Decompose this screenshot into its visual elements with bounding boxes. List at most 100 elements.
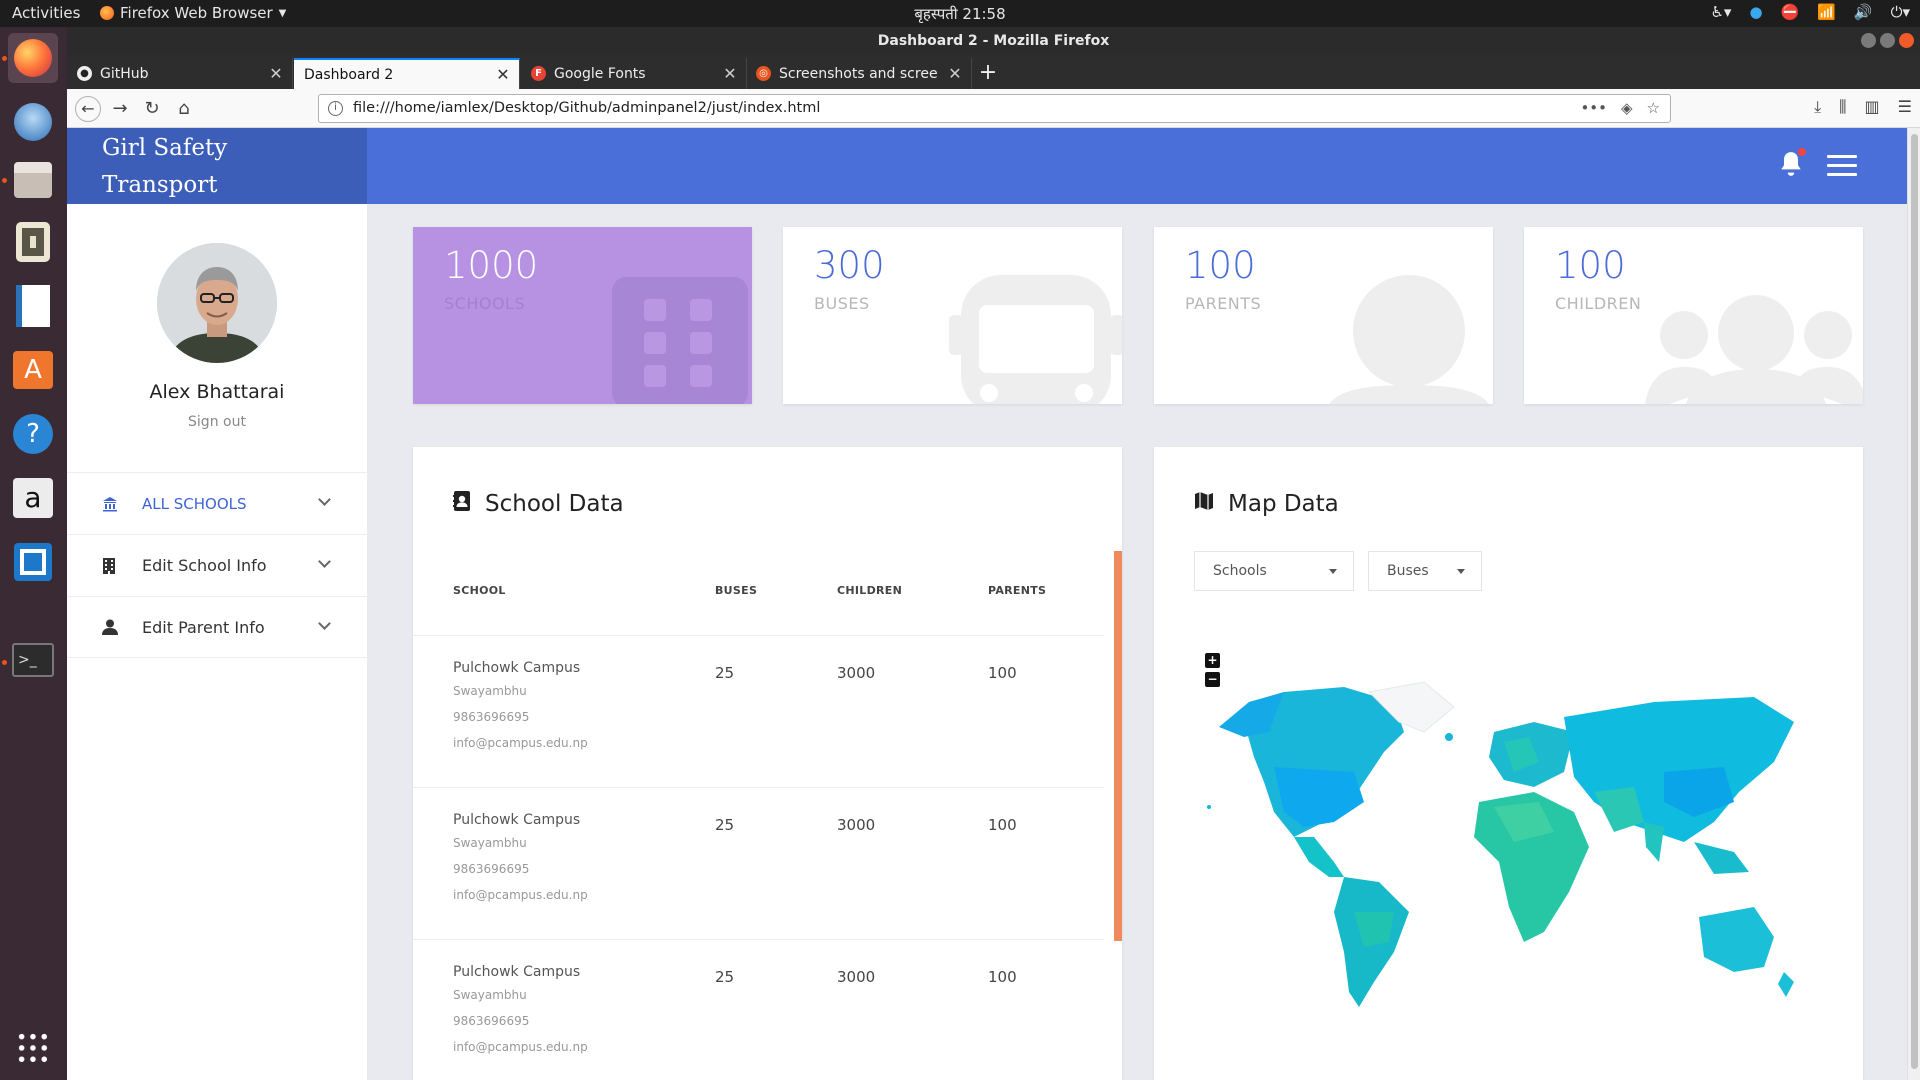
back-button[interactable]: ← xyxy=(75,96,101,122)
sidebar-toggle-icon[interactable]: ▥ xyxy=(1865,97,1880,117)
url-bar[interactable]: i file:///home/iamlex/Desktop/Github/adm… xyxy=(318,94,1671,123)
user-icon xyxy=(102,619,118,635)
notification-dot xyxy=(1798,148,1806,156)
user-icon xyxy=(1324,275,1493,404)
menu-icon[interactable]: ☰ xyxy=(1898,97,1912,117)
close-icon[interactable]: ✕ xyxy=(493,65,513,84)
tab-github[interactable]: ● GitHub ✕ xyxy=(67,58,293,89)
window-title: Dashboard 2 - Mozilla Firefox xyxy=(877,33,1110,49)
notification-bell-icon[interactable] xyxy=(1778,148,1808,180)
table-row[interactable]: Pulchowk Campus Swayambhu 9863696695 inf… xyxy=(413,635,1104,787)
downloads-icon[interactable]: ⤓ xyxy=(1814,97,1821,117)
table-row[interactable]: Pulchowk Campus Swayambhu 9863696695 inf… xyxy=(413,939,1104,1080)
profile-name: Alex Bhattarai xyxy=(149,381,285,403)
stat-card-children[interactable]: 100 CHILDREN xyxy=(1524,227,1863,404)
system-tray[interactable]: ♿▾ ● ⛔ 📶 🔊 ⏻▾ xyxy=(1710,3,1910,21)
stat-card-buses[interactable]: 300 BUSES xyxy=(783,227,1122,404)
table-row[interactable]: Pulchowk Campus Swayambhu 9863696695 inf… xyxy=(413,787,1104,939)
stat-label: BUSES xyxy=(814,294,870,313)
sidebar-item-all-schools[interactable]: ALL SCHOOLS xyxy=(67,472,367,534)
buses-count: 25 xyxy=(715,816,735,834)
library-icon[interactable]: ⫼ xyxy=(1839,97,1846,117)
writer-dock-icon[interactable] xyxy=(8,281,58,331)
page-scrollbar[interactable] xyxy=(1907,128,1920,1080)
school-email: info@pcampus.edu.np xyxy=(453,1040,588,1054)
stat-value: 100 xyxy=(1185,244,1256,287)
sidebar-item-label: Edit Parent Info xyxy=(142,617,265,637)
more-actions-icon[interactable]: ••• xyxy=(1580,95,1607,122)
buses-select[interactable]: Buses xyxy=(1368,551,1482,591)
column-header-school[interactable]: SCHOOL xyxy=(453,584,506,597)
table-scrollbar[interactable] xyxy=(1114,551,1122,941)
accessibility-icon[interactable]: ♿▾ xyxy=(1710,3,1731,21)
stat-label: CHILDREN xyxy=(1555,294,1642,313)
tab-google-fonts[interactable]: F Google Fonts ✕ xyxy=(521,58,747,89)
maximize-button[interactable] xyxy=(1880,33,1895,48)
close-window-button[interactable] xyxy=(1899,33,1914,48)
firefox-dock-icon[interactable] xyxy=(8,33,58,83)
power-icon[interactable]: ⏻▾ xyxy=(1891,3,1910,21)
forward-button[interactable]: → xyxy=(107,96,133,122)
minimize-button[interactable] xyxy=(1861,33,1876,48)
amazon-dock-icon[interactable]: a xyxy=(8,473,58,523)
app-header: Girl Safety Transport xyxy=(67,128,1907,204)
world-map[interactable] xyxy=(1194,662,1814,1022)
hamburger-menu-icon[interactable] xyxy=(1827,155,1857,177)
close-icon[interactable]: ✕ xyxy=(945,64,965,83)
stat-card-schools[interactable]: 1000 SCHOOLS xyxy=(413,227,752,404)
tab-screenshots[interactable]: ◎ Screenshots and screenc ✕ xyxy=(746,58,972,89)
skype-icon[interactable]: ● xyxy=(1749,3,1762,21)
new-tab-button[interactable]: + xyxy=(973,58,1003,89)
clock[interactable]: बृहस्पती 21:58 xyxy=(0,4,1920,24)
schools-select[interactable]: Schools xyxy=(1194,551,1354,591)
chevron-down-icon xyxy=(318,555,331,568)
url-text[interactable]: file:///home/iamlex/Desktop/Github/admin… xyxy=(353,100,820,116)
school-phone: 9863696695 xyxy=(453,1014,530,1028)
chevron-down-icon xyxy=(318,617,331,630)
avatar[interactable] xyxy=(157,243,277,363)
sidebar-item-edit-school[interactable]: Edit School Info xyxy=(67,534,367,596)
school-name: Pulchowk Campus xyxy=(453,964,581,980)
parents-count: 100 xyxy=(988,816,1017,834)
map-icon xyxy=(1194,491,1214,517)
sidebar-item-edit-parent[interactable]: Edit Parent Info xyxy=(67,596,367,658)
software-center-dock-icon[interactable]: A xyxy=(8,345,58,395)
remote-desktop-dock-icon[interactable] xyxy=(8,537,58,587)
map-data-title: Map Data xyxy=(1228,491,1339,517)
tab-dashboard[interactable]: Dashboard 2 ✕ xyxy=(294,58,520,89)
running-indicator xyxy=(2,56,7,61)
map-region-asia xyxy=(1564,697,1794,842)
show-applications-icon[interactable] xyxy=(8,1023,58,1073)
bus-icon xyxy=(949,275,1122,404)
column-header-children[interactable]: CHILDREN xyxy=(837,584,902,597)
column-header-buses[interactable]: BUSES xyxy=(715,584,757,597)
column-header-parents[interactable]: PARENTS xyxy=(988,584,1046,597)
close-icon[interactable]: ✕ xyxy=(266,64,286,83)
page-content: Girl Safety Transport Alex Bhattarai Sig… xyxy=(67,128,1907,1080)
do-not-disturb-icon[interactable]: ⛔ xyxy=(1781,3,1800,21)
volume-icon[interactable]: 🔊 xyxy=(1854,3,1873,21)
brand-logo[interactable]: Girl Safety Transport xyxy=(67,128,367,204)
close-icon[interactable]: ✕ xyxy=(720,64,740,83)
info-icon[interactable]: i xyxy=(328,101,343,116)
brand-line-2: Transport xyxy=(102,172,218,198)
thunderbird-dock-icon[interactable] xyxy=(8,97,58,147)
os-top-bar: Activities Firefox Web Browser ▼ बृहस्पत… xyxy=(0,0,1920,27)
wifi-icon[interactable]: 📶 xyxy=(1817,3,1836,21)
caret-down-icon xyxy=(1457,569,1465,574)
scrollbar-thumb[interactable] xyxy=(1911,134,1918,1069)
tab-label: GitHub xyxy=(100,65,149,82)
rhythmbox-dock-icon[interactable] xyxy=(8,217,58,267)
home-button[interactable]: ⌂ xyxy=(171,96,197,122)
stat-card-parents[interactable]: 100 PARENTS xyxy=(1154,227,1493,404)
sign-out-link[interactable]: Sign out xyxy=(67,414,367,430)
school-name: Pulchowk Campus xyxy=(453,812,581,828)
terminal-dock-icon[interactable]: >_ xyxy=(8,635,58,685)
pocket-icon[interactable]: ◈ xyxy=(1621,95,1633,122)
children-count: 3000 xyxy=(837,664,876,682)
help-dock-icon[interactable]: ? xyxy=(8,409,58,459)
files-dock-icon[interactable] xyxy=(8,155,58,205)
sidebar-item-label: Edit School Info xyxy=(142,556,267,575)
reload-button[interactable]: ↻ xyxy=(139,96,165,122)
bookmark-star-icon[interactable]: ☆ xyxy=(1647,95,1660,122)
